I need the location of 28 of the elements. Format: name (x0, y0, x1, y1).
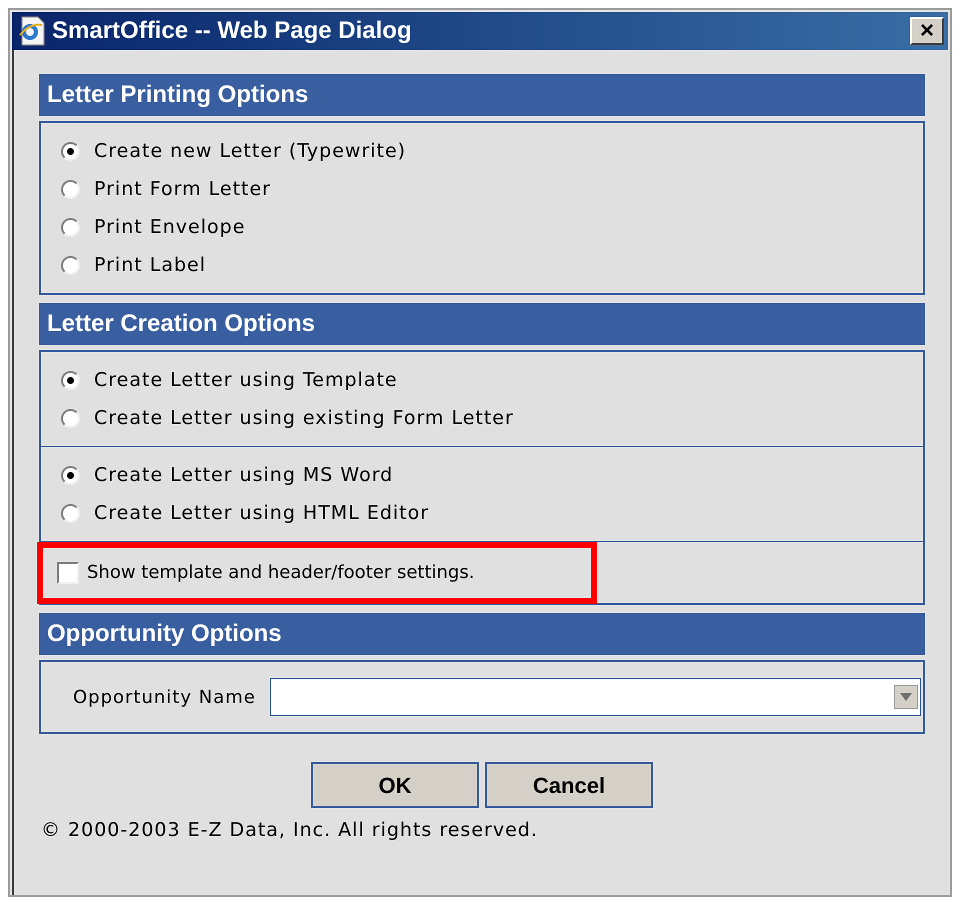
radio-button[interactable] (61, 370, 80, 390)
radio-label: Print Envelope (94, 214, 246, 240)
radio-label: Create new Letter (Typewrite) (94, 138, 406, 164)
dropdown-field[interactable] (270, 678, 921, 716)
window-title: SmartOffice -- Web Page Dialog (52, 16, 412, 46)
radio-button[interactable] (61, 256, 80, 274)
section-header: Letter Printing Options (39, 74, 925, 116)
dialog-button[interactable]: Cancel (485, 762, 653, 808)
radio-button[interactable] (61, 504, 80, 522)
close-button[interactable]: × (910, 17, 944, 45)
radio-label: Create Letter using HTML Editor (94, 500, 430, 526)
field-label: Opportunity Name (73, 686, 256, 710)
copyright-text: © 2000-2003 E-Z Data, Inc. All rights reserved. (41, 818, 539, 843)
radio-label: Create Letter using Template (94, 368, 398, 393)
radio-button[interactable] (61, 180, 80, 198)
dialog-button[interactable]: OK (311, 762, 479, 808)
radio-label: Print Label (94, 252, 206, 278)
radio-button[interactable] (61, 466, 80, 484)
radio-label: Create Letter using MS Word (94, 462, 394, 488)
radio-button[interactable] (61, 408, 80, 428)
radio-label: Create Letter using existing Form Letter (94, 406, 514, 431)
radio-label: Print Form Letter (94, 176, 271, 202)
radio-button[interactable] (61, 142, 80, 160)
checkbox-label: Show template and header/footer settings. (87, 561, 474, 585)
radio-button[interactable] (61, 218, 80, 236)
section-header: Opportunity Options (39, 613, 925, 655)
checkbox[interactable] (57, 562, 79, 584)
section-header: Letter Creation Options (39, 303, 925, 345)
